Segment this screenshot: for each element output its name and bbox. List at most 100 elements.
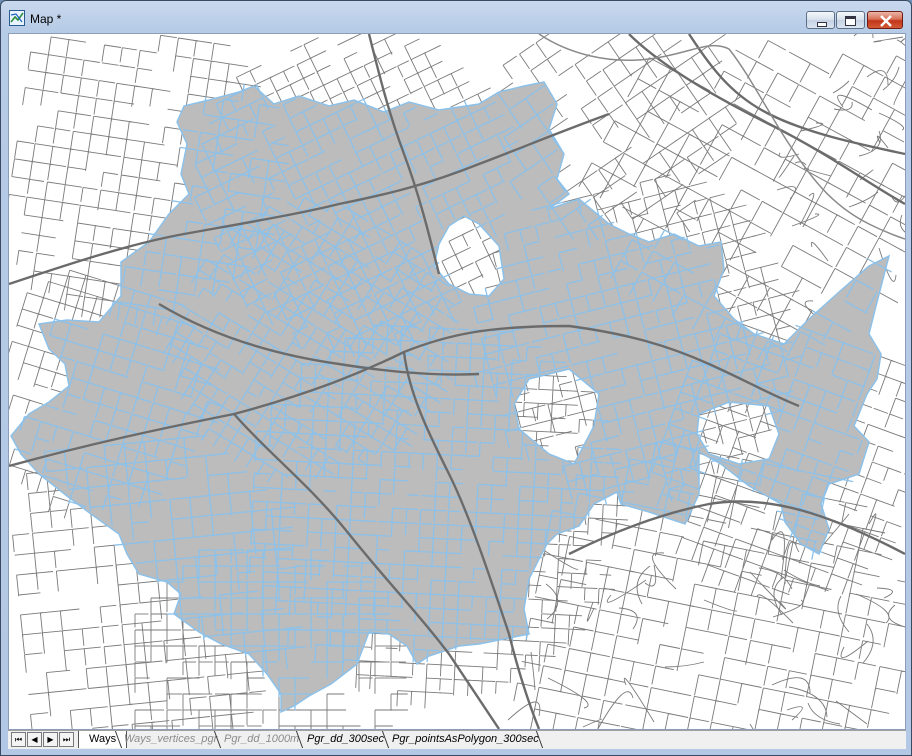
close-button[interactable] [867,11,903,29]
street-segment [752,302,757,316]
street-segment [599,174,614,199]
tab-pgr-dd-300sec[interactable]: Pgr_dd_300sec [297,731,394,748]
street-segment [56,568,77,572]
street-segment [777,72,799,85]
street-segment [95,567,99,584]
street-segment [209,696,213,717]
street-segment [136,195,152,199]
street-segment [102,624,119,628]
tab-ways-vertices-pgr[interactable]: Ways_vertices_pgr [114,731,227,748]
street-segment [567,629,570,646]
street-segment [501,569,515,571]
street-segment [229,63,249,68]
street-segment [597,97,609,113]
street-segment [481,413,494,416]
street-segment [613,85,628,106]
street-segment [440,664,453,666]
street-segment [434,509,447,512]
street-segment [375,549,378,563]
minimize-button[interactable] [806,11,835,29]
street-segment [558,544,560,557]
street-segment [328,392,343,395]
street-segment [767,40,787,51]
street-segment [140,142,145,163]
street-segment [266,501,281,504]
street-segment [351,491,364,494]
street-segment [889,398,897,415]
street-segment [254,458,271,461]
street-segment [296,64,305,80]
street-segment [694,198,708,203]
street-segment [715,700,737,706]
street-segment [89,260,111,265]
street-segment [343,86,355,93]
street-segment [304,573,307,588]
street-segment [90,706,108,709]
street-segment [249,64,262,72]
prev-tab-button[interactable]: ◀ [27,732,42,747]
street-segment [457,328,470,331]
street-segment [415,593,418,607]
street-segment [599,609,624,616]
first-tab-button[interactable]: ⏮ [11,732,26,747]
street-segment [125,662,146,666]
street-segment [191,716,210,719]
street-segment [867,618,886,624]
street-segment [724,544,747,551]
street-segment [413,648,427,651]
street-segment [12,340,29,347]
street-segment [407,494,419,497]
maximize-button[interactable] [836,11,865,29]
street-segment [732,592,739,615]
street-segment [586,70,602,82]
street-segment [441,356,444,371]
street-segment [892,489,899,507]
street-segment [502,55,517,66]
street-segment [477,497,489,500]
map-drawing[interactable] [9,34,905,729]
street-segment [516,528,519,543]
street-segment [375,562,391,565]
street-segment [417,537,420,552]
street-segment [700,435,719,443]
street-segment [573,605,579,625]
street-segment [521,660,541,666]
street-segment [77,205,81,223]
street-segment [345,603,359,606]
street-segment [742,570,762,576]
street-segment [475,228,482,240]
street-segment [533,500,546,503]
street-segment [468,385,482,388]
street-segment [675,537,683,555]
street-segment [17,362,24,381]
street-segment [99,606,103,624]
street-segment [16,308,23,327]
tab-pgr-points-as-polygon-300sec[interactable]: Pgr_pointsAsPolygon_300sec [382,731,549,748]
next-tab-button[interactable]: ▶ [43,732,58,747]
street-segment [777,713,782,729]
street-segment [74,240,93,244]
street-segment [30,712,49,715]
street-curve [840,640,869,658]
street-segment [512,639,526,642]
map-canvas[interactable] [8,33,906,730]
title-bar[interactable]: Map * [1,1,911,33]
street-segment [513,598,516,611]
street-segment [634,549,658,555]
street-segment [336,78,345,94]
street-segment [30,270,35,291]
street-segment [466,441,478,443]
street-segment [879,216,891,238]
street-segment [836,214,856,225]
street-segment [70,707,91,711]
street-segment [299,404,314,407]
tab-pgr-dd-1000m[interactable]: Pgr_dd_1000m [214,731,309,748]
street-segment [314,644,317,662]
street-segment [490,485,493,500]
street-segment [798,627,823,634]
street-segment [353,436,355,449]
last-tab-button[interactable]: ⏭ [59,732,74,747]
street-segment [396,690,399,707]
street-curve [586,601,595,622]
street-segment [636,228,655,234]
